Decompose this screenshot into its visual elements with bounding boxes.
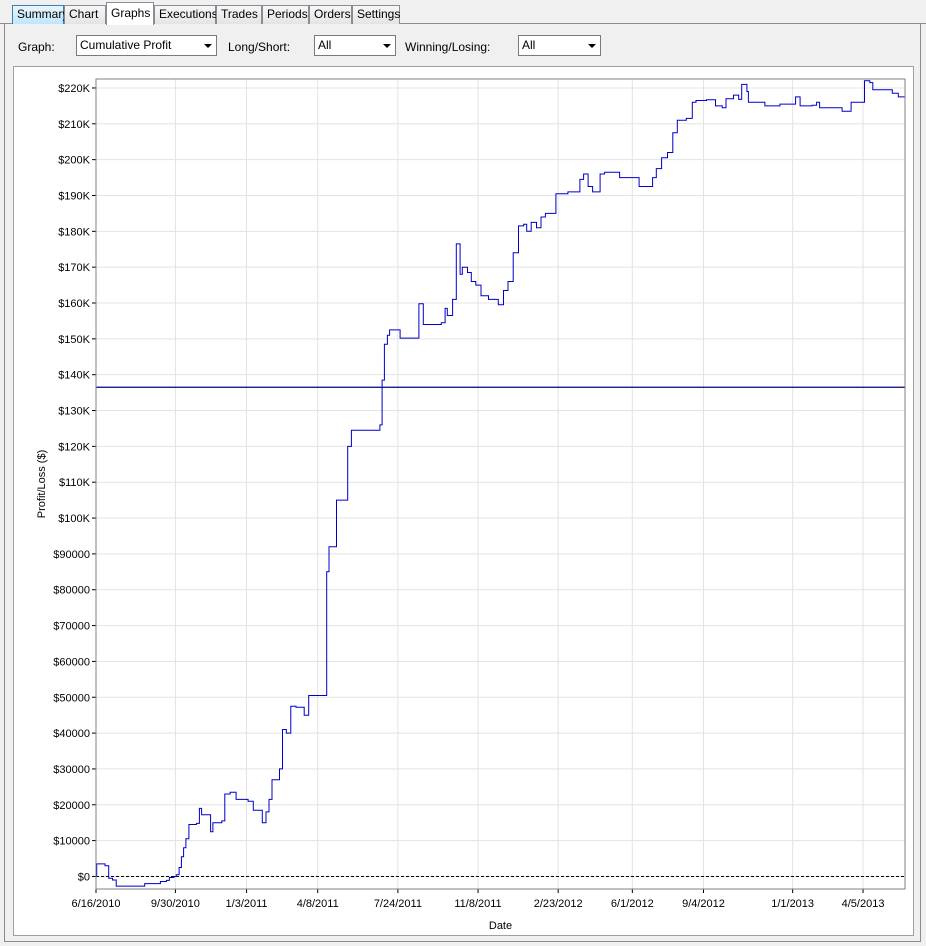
x-tick-label: 9/30/2010 [151,898,200,910]
x-tick-label: 1/1/2013 [771,898,814,910]
y-axis-ticks: $0 $10000 $20000 $30000 $40000 $50000 $60000 $7… [53,83,90,883]
y-tick-label: $90000 [53,549,90,561]
y-tick-label: $0 [78,871,90,883]
x-axis-label: Date [489,920,512,932]
y-tick-label: $140K [58,370,90,382]
longshort-select-value: All [318,38,332,52]
grid [92,79,905,893]
y-tick-label: $210K [58,119,90,131]
y-tick-label: $80000 [53,585,90,597]
longshort-select[interactable]: All [314,35,396,56]
y-tick-label: $220K [58,83,90,95]
tab-executions[interactable]: Executions [154,5,218,24]
y-tick-label: $150K [58,334,90,346]
x-tick-label: 7/24/2011 [374,898,422,910]
y-tick-label: $100K [58,513,90,525]
y-tick-label: $40000 [53,728,90,740]
y-tick-label: $70000 [53,621,90,633]
y-tick-label: $60000 [53,656,90,668]
x-tick-label: 2/23/2012 [534,898,583,910]
y-tick-label: $130K [58,406,90,418]
y-tick-label: $180K [58,226,90,238]
y-tick-label: $200K [58,155,90,167]
tab-orders[interactable]: Orders [309,5,352,24]
tab-periods[interactable]: Periods [262,5,309,24]
x-tick-label: 9/4/2012 [682,898,725,910]
graph-label: Graph: [18,40,55,54]
y-tick-label: $50000 [53,692,90,704]
y-tick-label: $10000 [53,836,90,848]
series-line [96,80,906,887]
x-tick-label: 1/3/2011 [226,898,268,910]
y-axis-label: Profit/Loss ($) [36,450,48,518]
graph-select[interactable]: Cumulative Profit [76,35,217,56]
x-axis-ticks: 6/16/2010 9/30/2010 1/3/2011 4/8/2011 7/24/2… [72,898,885,910]
x-tick-label: 11/8/2011 [454,898,501,910]
tab-summary[interactable]: Summary [12,5,68,24]
tab-graphs[interactable]: Graphs [106,2,154,25]
tab-chart[interactable]: Chart [64,5,106,24]
tab-trades[interactable]: Trades [216,5,262,24]
cumulative-profit-chart: $0 $10000 $20000 $30000 $40000 $50000 $60000 $7… [36,78,906,932]
graphs-panel: Graph: Cumulative Profit Long/Short: All… [4,24,921,942]
winlose-label: Winning/Losing: [405,40,491,54]
y-tick-label: $160K [58,298,90,310]
y-tick-label: $120K [58,441,90,453]
winlose-select-value: All [522,38,536,52]
y-tick-label: $110K [59,477,91,489]
chart-area: $0 $10000 $20000 $30000 $40000 $50000 $60000 $7… [13,66,914,936]
y-tick-label: $190K [58,190,90,202]
x-tick-label: 6/16/2010 [72,898,121,910]
x-tick-label: 4/5/2013 [842,898,885,910]
longshort-label: Long/Short: [228,40,291,54]
tab-bar: Summary Chart Graphs Executions Trades P… [0,0,926,25]
y-tick-label: $30000 [53,764,90,776]
y-tick-label: $170K [58,262,90,274]
tab-settings[interactable]: Settings [352,5,400,24]
chevron-down-icon [204,44,212,48]
x-tick-label: 4/8/2011 [297,898,339,910]
x-tick-label: 6/1/2012 [611,898,654,910]
y-tick-label: $20000 [53,800,90,812]
graph-select-value: Cumulative Profit [80,38,172,52]
chevron-down-icon [383,44,391,48]
plot-frame [95,78,906,890]
winlose-select[interactable]: All [518,35,601,56]
chevron-down-icon [588,44,596,48]
